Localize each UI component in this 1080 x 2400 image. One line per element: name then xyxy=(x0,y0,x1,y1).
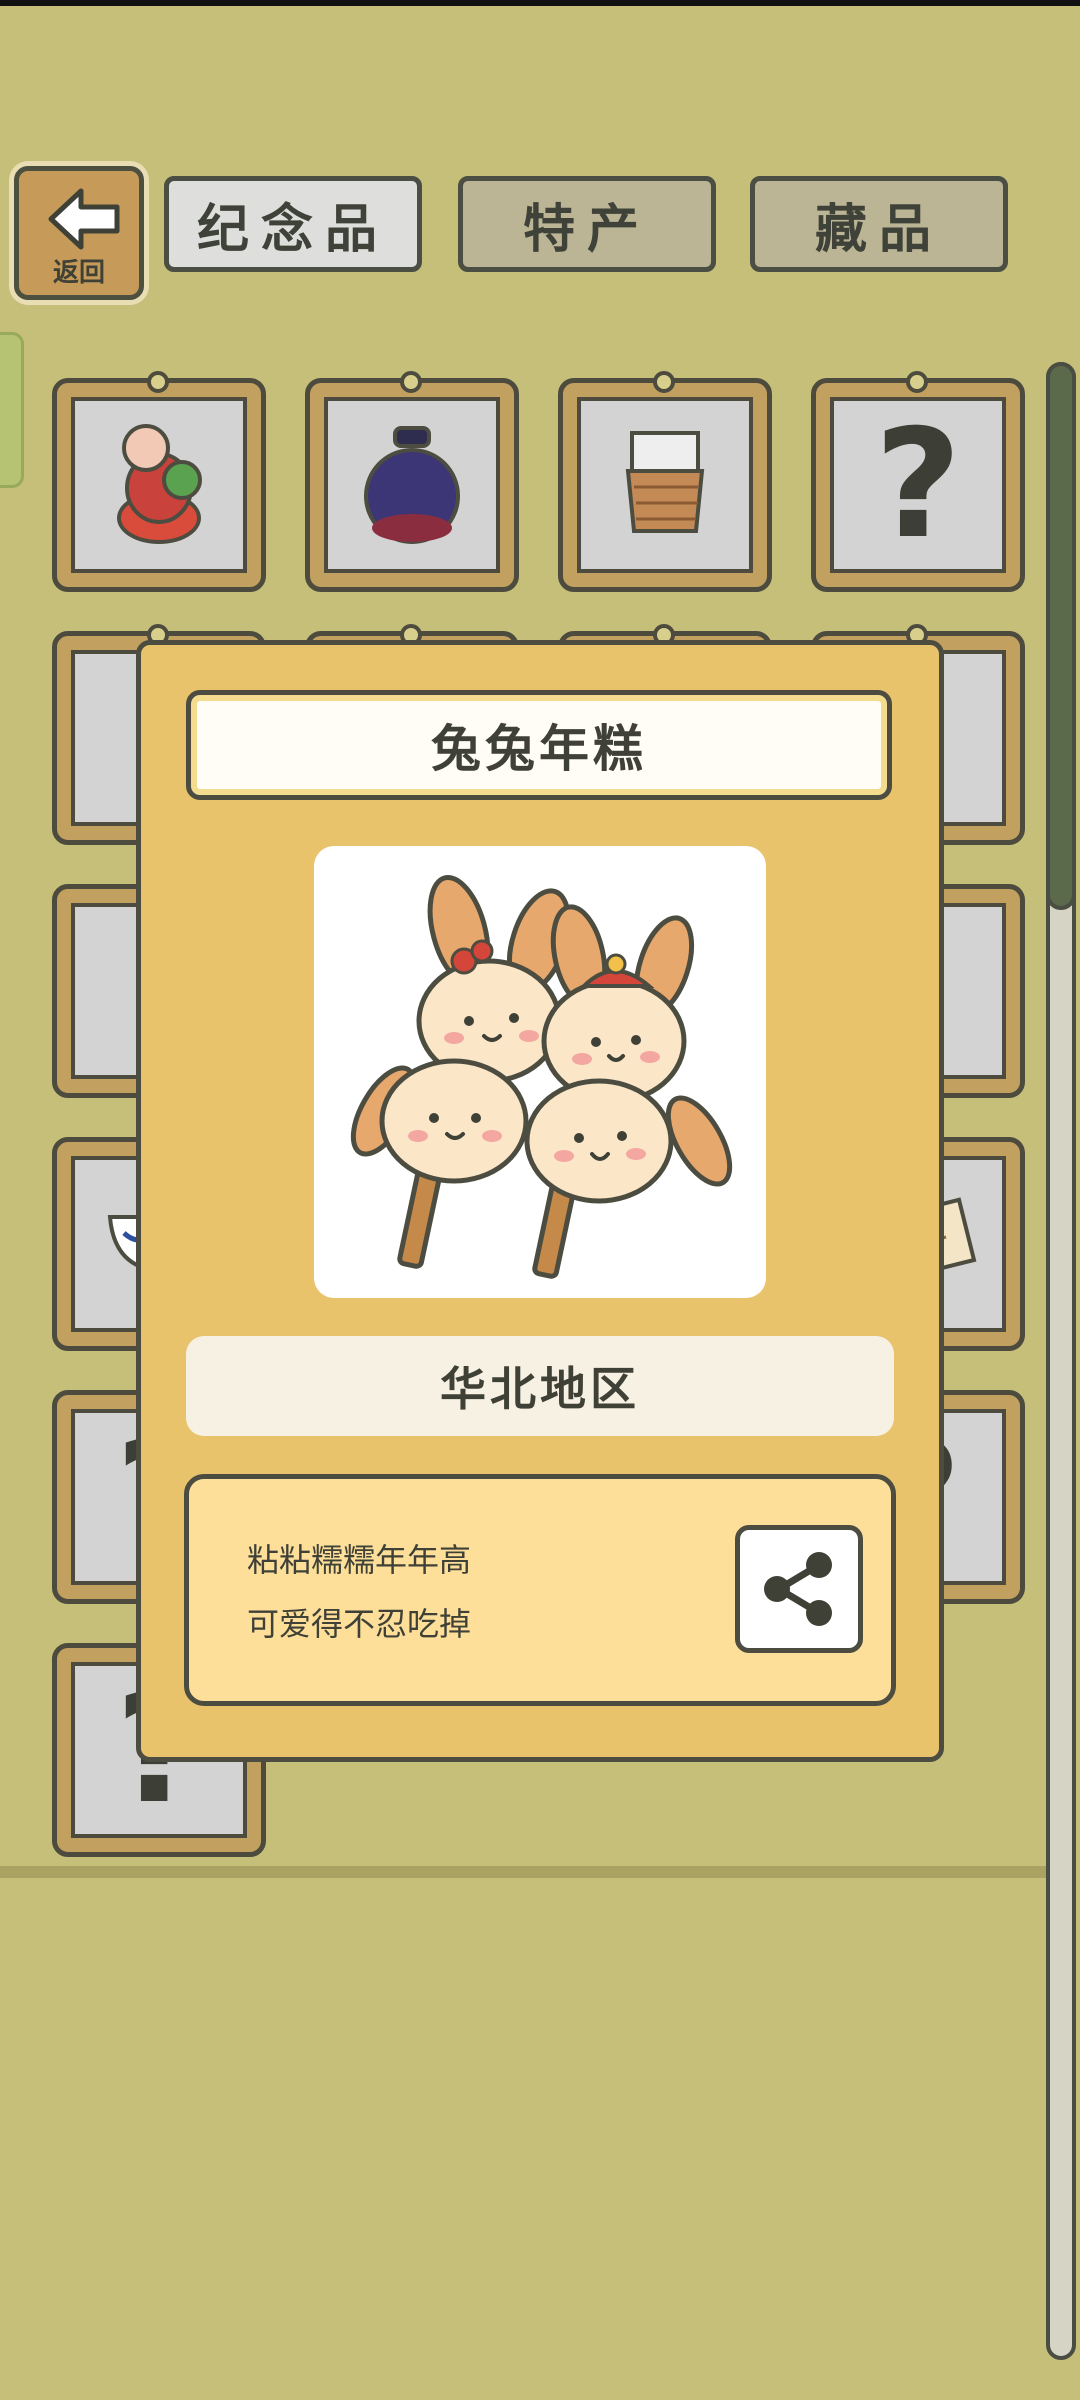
back-label: 返回 xyxy=(52,258,105,288)
status-bar xyxy=(0,0,1080,6)
description-line: 可爱得不忍吃掉 xyxy=(247,1605,472,1643)
grid-slot[interactable]: ? xyxy=(811,371,1025,592)
hanging-hook xyxy=(147,371,169,393)
share-icon xyxy=(764,1552,832,1626)
slot-inner: ? xyxy=(830,397,1006,573)
tab-label: 特产 xyxy=(522,199,651,260)
item-title: 兔兔年糕 xyxy=(186,690,892,800)
slot-inner xyxy=(71,397,247,573)
back-button[interactable]: 返回 xyxy=(14,166,144,300)
side-drawer-handle[interactable] xyxy=(0,332,24,488)
hanging-hook xyxy=(400,371,422,393)
tab-specialties[interactable]: 特产 xyxy=(458,176,716,272)
tab-label: 纪念品 xyxy=(196,199,389,260)
hanging-hook xyxy=(653,371,675,393)
slot-inner xyxy=(324,397,500,573)
item-description-panel: 粘粘糯糯年年高 可爱得不忍吃掉 xyxy=(184,1474,896,1706)
share-button[interactable] xyxy=(735,1525,863,1653)
tab-collections[interactable]: 藏品 xyxy=(750,176,1008,272)
ground-decoration xyxy=(0,1866,1046,1878)
clay-doll-icon xyxy=(104,418,214,552)
woven-cup-icon xyxy=(610,423,720,547)
item-region: 华北地区 xyxy=(186,1336,894,1436)
grid-slot[interactable] xyxy=(52,371,266,592)
arrow-left-icon xyxy=(48,188,120,250)
question-mark-icon: ? xyxy=(874,398,962,572)
description-line: 粘粘糯糯年年高 xyxy=(247,1541,472,1579)
grid-slot[interactable] xyxy=(558,371,772,592)
scrollbar-thumb[interactable] xyxy=(1046,362,1076,910)
hanging-hook xyxy=(906,371,928,393)
slot-inner xyxy=(577,397,753,573)
item-image xyxy=(314,846,766,1298)
rabbit-rice-cake-icon xyxy=(350,874,733,1279)
grid-slot[interactable] xyxy=(305,371,519,592)
tab-label: 藏品 xyxy=(814,199,943,260)
tab-souvenirs[interactable]: 纪念品 xyxy=(164,176,422,272)
clay-jar-icon xyxy=(357,418,467,552)
